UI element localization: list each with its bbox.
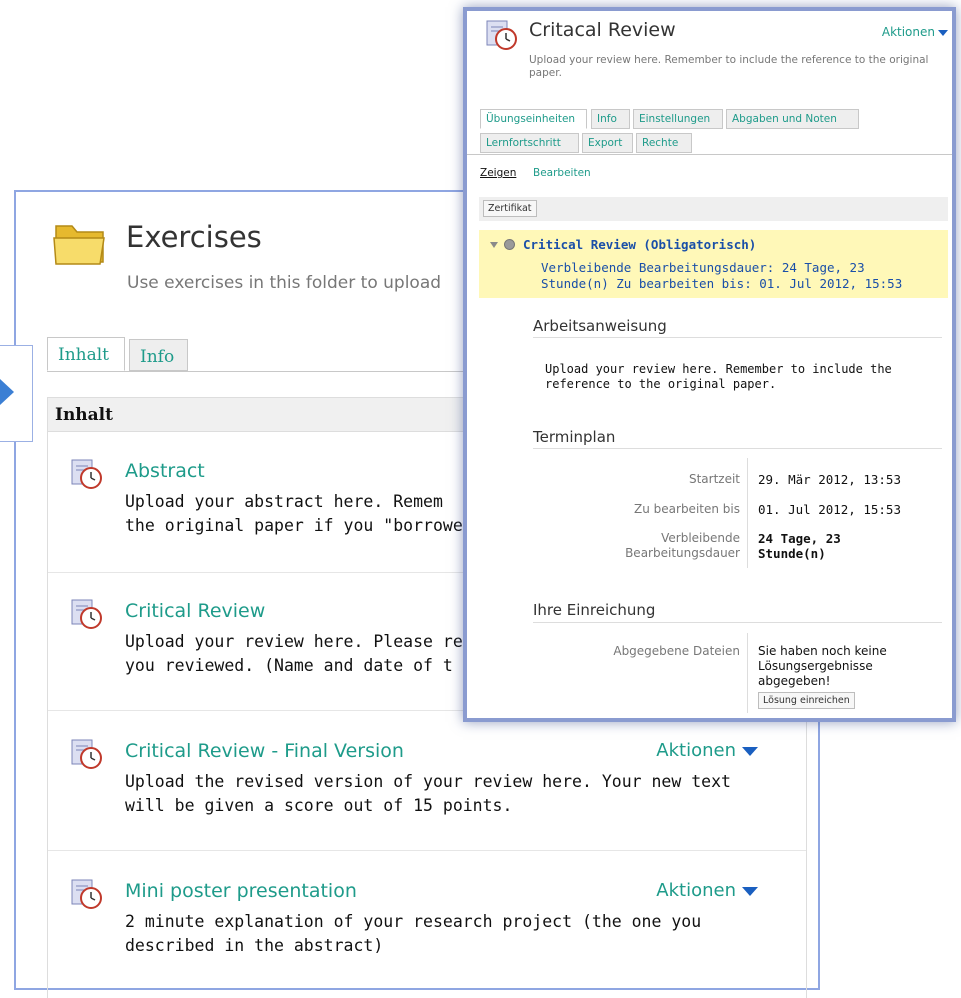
remaining-value: Stunde(n) xyxy=(758,546,826,561)
submission-status: Sie haben noch keine xyxy=(758,644,887,658)
actions-menu[interactable]: Aktionen xyxy=(656,740,758,761)
toolbar: Zertifikat xyxy=(479,197,948,221)
status-line: Verbleibende Bearbeitungsdauer: 24 Tage,… xyxy=(541,260,865,275)
tab-lernfortschritt[interactable]: Lernfortschritt xyxy=(480,133,579,153)
collapse-triangle-icon[interactable] xyxy=(490,242,498,248)
exercise-title-critical-review[interactable]: Critical Review xyxy=(125,600,265,622)
status-title: Critical Review (Obligatorisch) xyxy=(523,237,757,252)
chevron-down-icon xyxy=(938,29,948,36)
exercise-icon xyxy=(71,599,102,629)
section-heading-instructions: Arbeitsanweisung xyxy=(533,317,667,335)
page-title: Exercises xyxy=(126,220,262,254)
list-item: Critical Review - Final Version Aktionen… xyxy=(48,738,806,851)
remaining-value: 24 Tage, 23 xyxy=(758,531,841,546)
exercise-description: 2 minute explanation of your research pr… xyxy=(125,912,712,955)
chevron-down-icon xyxy=(742,886,758,896)
tab-uebungseinheiten[interactable]: Übungseinheiten xyxy=(480,109,587,129)
actions-label: Aktionen xyxy=(656,740,736,761)
window-description: Upload your review here. Remember to inc… xyxy=(529,54,929,79)
expand-arrow-icon xyxy=(0,379,14,405)
exercise-title-final-version[interactable]: Critical Review - Final Version xyxy=(125,740,404,762)
section-heading-submission: Ihre Einreichung xyxy=(533,601,656,619)
critical-review-window: Critacal Review Aktionen Upload your rev… xyxy=(463,7,956,722)
exercise-icon xyxy=(71,739,102,769)
actions-label: Aktionen xyxy=(881,25,935,39)
files-label: Abgegebene Dateien xyxy=(613,644,740,658)
tab-info[interactable]: Info xyxy=(129,339,188,371)
page-description: Use exercises in this folder to upload xyxy=(127,273,442,293)
section-divider xyxy=(533,337,942,338)
actions-menu[interactable]: Aktionen xyxy=(882,25,948,39)
tab-export[interactable]: Export xyxy=(582,133,633,153)
exercise-icon xyxy=(486,20,517,50)
folder-icon xyxy=(53,225,105,265)
certificate-button[interactable]: Zertifikat xyxy=(483,200,537,217)
subtab-zeigen[interactable]: Zeigen xyxy=(480,167,516,179)
tab-rechte[interactable]: Rechte xyxy=(636,133,692,153)
column-divider xyxy=(747,633,748,713)
status-dot-icon xyxy=(504,239,515,250)
due-value: 01. Jul 2012, 15:53 xyxy=(758,502,901,517)
submission-status: abgegeben! xyxy=(758,674,831,688)
tab-inhalt[interactable]: Inhalt xyxy=(47,337,125,371)
section-divider xyxy=(533,622,942,623)
actions-label: Aktionen xyxy=(656,880,736,901)
remaining-label: Verbleibende xyxy=(661,531,740,545)
start-value: 29. Mär 2012, 13:53 xyxy=(758,472,901,487)
exercise-title-abstract[interactable]: Abstract xyxy=(125,460,205,482)
window-title: Critacal Review xyxy=(529,19,676,41)
section-divider xyxy=(533,448,942,449)
remaining-label: Bearbeitungsdauer xyxy=(625,546,740,560)
submit-solution-button[interactable]: Lösung einreichen xyxy=(758,692,855,709)
exercise-title-mini-poster[interactable]: Mini poster presentation xyxy=(125,880,357,902)
exercise-icon xyxy=(71,879,102,909)
section-heading-schedule: Terminplan xyxy=(533,428,616,446)
instructions-text: Upload your review here. Remember to inc… xyxy=(545,362,892,391)
tab-abgaben-und-noten[interactable]: Abgaben und Noten xyxy=(726,109,859,129)
chevron-down-icon xyxy=(742,746,758,756)
exercise-description: Upload the revised version of your revie… xyxy=(125,772,741,815)
exercise-status-box: Critical Review (Obligatorisch) Verbleib… xyxy=(479,230,948,298)
exercise-icon xyxy=(71,459,102,489)
side-panel-toggle[interactable] xyxy=(0,345,33,442)
tab-info[interactable]: Info xyxy=(591,109,630,129)
column-divider xyxy=(747,458,748,568)
tab-einstellungen[interactable]: Einstellungen xyxy=(633,109,723,129)
start-label: Startzeit xyxy=(688,472,740,486)
actions-menu[interactable]: Aktionen xyxy=(656,880,758,901)
status-line: Stunde(n) Zu bearbeiten bis: 01. Jul 201… xyxy=(541,276,903,291)
due-label: Zu bearbeiten bis xyxy=(634,502,740,516)
subtab-bearbeiten[interactable]: Bearbeiten xyxy=(533,167,591,179)
tab-divider xyxy=(467,154,952,155)
submission-status: Lösungsergebnisse xyxy=(758,659,873,673)
list-item: Mini poster presentation Aktionen 2 minu… xyxy=(48,878,806,990)
